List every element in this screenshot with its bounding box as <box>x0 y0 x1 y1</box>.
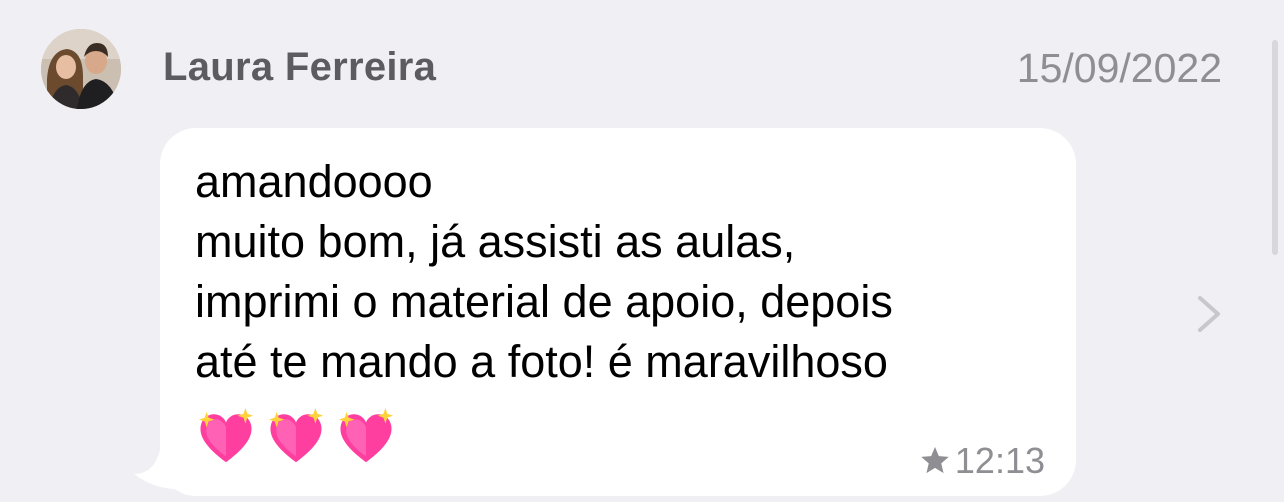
sparkling-heart-emoji <box>338 407 394 463</box>
scrollbar[interactable] <box>1272 40 1278 255</box>
message-date: 15/09/2022 <box>1016 45 1222 91</box>
message-bubble[interactable]: amandoooo muito bom, já assisti as aulas… <box>160 128 1076 496</box>
profile-photo-icon <box>41 29 121 109</box>
message-line: até te mando a foto! é maravilhoso <box>195 336 888 387</box>
message-line: muito bom, já assisti as aulas, <box>195 216 796 267</box>
message-line: imprimi o material de apoio, depois <box>195 276 893 327</box>
message-meta: 12:13 <box>919 440 1045 482</box>
avatar[interactable] <box>41 29 121 109</box>
sparkling-heart-emoji <box>268 407 324 463</box>
message-line: amandoooo <box>195 156 433 207</box>
star-icon <box>921 447 949 474</box>
message-time: 12:13 <box>954 440 1045 481</box>
message-text: amandoooo muito bom, já assisti as aulas… <box>195 152 1055 392</box>
sender-name: Laura Ferreira <box>163 45 437 89</box>
emoji-row <box>195 406 397 470</box>
sparkling-heart-emoji <box>198 407 254 463</box>
chevron-right-icon[interactable] <box>1196 294 1224 334</box>
